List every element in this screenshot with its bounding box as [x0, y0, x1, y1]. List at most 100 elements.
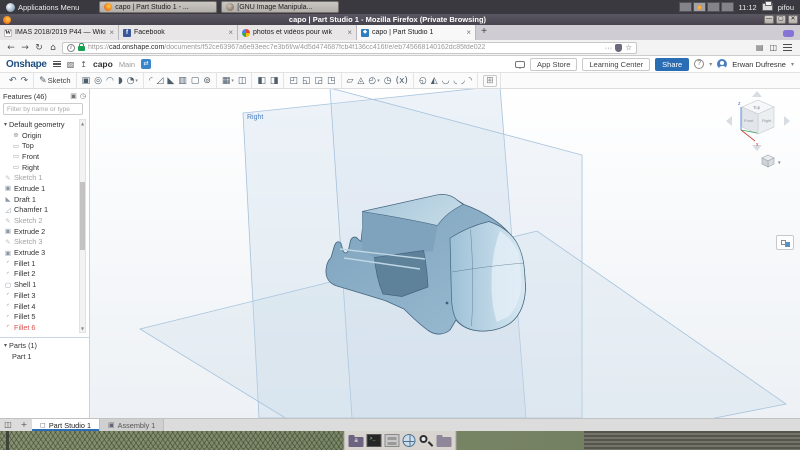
- scroll-down-icon[interactable]: ▼: [80, 326, 85, 331]
- workspace-4[interactable]: [721, 2, 734, 12]
- applications-menu-button[interactable]: Applications Menu: [0, 0, 85, 14]
- tab-manager-icon[interactable]: ◫: [0, 419, 16, 431]
- feature-row-fillet-6[interactable]: ◜Fillet 6: [0, 322, 78, 333]
- shell-tool-button[interactable]: ▢: [189, 76, 202, 86]
- tab-close-icon[interactable]: ×: [109, 28, 114, 37]
- create-element-button[interactable]: +: [16, 419, 32, 431]
- draft-tool-button[interactable]: ◣: [165, 76, 176, 86]
- folder-dock-icon[interactable]: [437, 437, 452, 447]
- isolate-tool-button[interactable]: [776, 235, 794, 250]
- task-button-gimp[interactable]: [GNU Image Manipula...: [221, 1, 339, 13]
- custom-feature-tool-button[interactable]: ⊞: [483, 75, 497, 87]
- hamburger-menu-icon[interactable]: [783, 43, 792, 53]
- expander-icon[interactable]: ▾: [4, 121, 7, 128]
- tree-item-default-geometry[interactable]: ▾ Default geometry: [0, 119, 78, 130]
- offset-surface-tool-button[interactable]: ◱: [300, 76, 313, 86]
- projected-curve-tool-button[interactable]: ◭: [429, 76, 440, 86]
- minimize-button[interactable]: —: [764, 15, 774, 24]
- search-dock-icon[interactable]: [419, 434, 434, 447]
- terminal-dock-icon[interactable]: >_: [367, 434, 382, 447]
- help-icon[interactable]: ?: [694, 59, 704, 69]
- feature-row-fillet-2[interactable]: ◜Fillet 2: [0, 269, 78, 280]
- bridging-curve-tool-button[interactable]: ◡: [440, 76, 452, 86]
- plane-tool-button[interactable]: ▱: [345, 76, 356, 86]
- document-menu-icon[interactable]: [53, 59, 61, 68]
- composite-curve-tool-button[interactable]: ◟: [452, 76, 460, 86]
- linear-pattern-tool-button[interactable]: ▦▾: [220, 76, 236, 86]
- tree-item-top[interactable]: ▭Top: [0, 140, 78, 151]
- extrude-tool-button[interactable]: ▣: [80, 76, 93, 86]
- user-avatar[interactable]: [717, 59, 727, 69]
- rib-tool-button[interactable]: ▥: [176, 76, 189, 86]
- sketch-tool-button[interactable]: ✎Sketch: [37, 76, 72, 86]
- reload-button[interactable]: ↻: [32, 43, 46, 53]
- mate-connector-tool-button[interactable]: ◬: [355, 76, 366, 86]
- scroll-up-icon[interactable]: ▲: [80, 121, 85, 126]
- model-window-opening[interactable]: [375, 251, 429, 297]
- home-button[interactable]: ⌂: [46, 43, 60, 53]
- close-button[interactable]: ✕: [788, 15, 798, 24]
- workspace-name[interactable]: Main: [119, 60, 135, 69]
- browser-tab-photos-et-vid-os-pour-wik[interactable]: photos et vidéos pour wik×: [238, 25, 357, 40]
- forward-button[interactable]: →: [18, 43, 32, 53]
- measure-tool-button[interactable]: ◷: [382, 76, 394, 86]
- loft-tool-button[interactable]: ◗: [116, 76, 125, 86]
- view-options-button[interactable]: ▾: [762, 155, 781, 167]
- library-icon[interactable]: ▤: [756, 43, 764, 52]
- tab-close-icon[interactable]: ×: [466, 28, 471, 37]
- workspace-2[interactable]: [693, 2, 706, 12]
- variable-tool-button[interactable]: (x): [394, 76, 410, 86]
- page-info-icon[interactable]: i: [67, 44, 75, 52]
- feature-filter-input[interactable]: [3, 103, 83, 115]
- fillet-tool-button[interactable]: ◜: [147, 76, 155, 86]
- tab-close-icon[interactable]: ×: [347, 28, 352, 37]
- workspace-status-icon[interactable]: ⇄: [141, 59, 151, 69]
- maximize-button[interactable]: ▢: [776, 15, 786, 24]
- transform-tool-button[interactable]: ◰: [287, 76, 300, 86]
- tab-close-icon[interactable]: ×: [228, 28, 233, 37]
- web-browser-dock-icon[interactable]: [403, 434, 416, 447]
- feature-row-sketch-2[interactable]: ✎Sketch 2: [0, 215, 78, 226]
- revolve-tool-button[interactable]: ◎: [92, 76, 104, 86]
- home-folder-dock-icon[interactable]: a: [349, 437, 364, 447]
- browser-tab-facebook[interactable]: fFacebook×: [119, 25, 238, 40]
- chamfer-tool-button[interactable]: ◿: [154, 76, 165, 86]
- printer-icon[interactable]: [762, 3, 773, 11]
- feature-row-extrude-2[interactable]: ▣Extrude 2: [0, 226, 78, 237]
- thicken-caret-icon[interactable]: ▾: [135, 78, 138, 84]
- features-scrollbar[interactable]: ▲ ▼: [79, 119, 86, 333]
- comment-bubble-icon[interactable]: [515, 61, 525, 68]
- mirror-tool-button[interactable]: ◫: [236, 76, 249, 86]
- feature-row-extrude-3[interactable]: ▣Extrude 3: [0, 247, 78, 258]
- feature-row-chamfer-1[interactable]: ◿Chamfer 1: [0, 205, 78, 216]
- viewcube-arrow-right-icon[interactable]: [784, 116, 790, 126]
- task-button-firefox[interactable]: capo | Part Studio 1 - ...: [99, 1, 217, 13]
- viewport-canvas[interactable]: Right: [90, 89, 800, 418]
- sweep-tool-button[interactable]: ◠: [104, 76, 116, 86]
- feature-row-draft-1[interactable]: ◣Draft 1: [0, 194, 78, 205]
- feature-row-extrude-1[interactable]: ▣Extrude 1: [0, 183, 78, 194]
- part-row-part-1[interactable]: Part 1: [0, 351, 89, 362]
- element-tab-assembly-1[interactable]: ▣Assembly 1: [100, 419, 164, 431]
- workspace-1[interactable]: [679, 2, 692, 12]
- document-name[interactable]: capo: [93, 59, 113, 69]
- boolean-tool-button[interactable]: ◧: [255, 76, 268, 86]
- browser-tab-imas-2018-2019-p44-wiki[interactable]: WIMAS 2018/2019 P44 — Wiki×: [0, 25, 119, 40]
- window-titlebar[interactable]: capo | Part Studio 1 - Mozilla Firefox (…: [0, 14, 800, 25]
- scrollbar-thumb[interactable]: [80, 182, 85, 250]
- view-cube[interactable]: Top Front Right z x ▾: [726, 91, 790, 167]
- feature-row-sketch-3[interactable]: ✎Sketch 3: [0, 237, 78, 248]
- routing-tool-button[interactable]: ◞: [459, 76, 467, 86]
- tree-item-front[interactable]: ▭Front: [0, 151, 78, 162]
- history-icon[interactable]: ↥: [80, 60, 87, 69]
- workspace-3[interactable]: [707, 2, 720, 12]
- hole-tool-button[interactable]: ⊚: [201, 76, 213, 86]
- undo-tool-button[interactable]: ↶: [7, 76, 19, 86]
- bookmark-star-icon[interactable]: ☆: [625, 43, 632, 52]
- new-tab-button[interactable]: +: [476, 25, 492, 40]
- browser-tab-capo-part-studio-1[interactable]: ◆capo | Part Studio 1×: [357, 25, 476, 40]
- thicken-tool-button[interactable]: ◔▾: [125, 76, 140, 86]
- back-button[interactable]: ←: [4, 43, 18, 53]
- feature-row-fillet-5[interactable]: ◜Fillet 5: [0, 311, 78, 322]
- share-button[interactable]: Share: [655, 58, 689, 71]
